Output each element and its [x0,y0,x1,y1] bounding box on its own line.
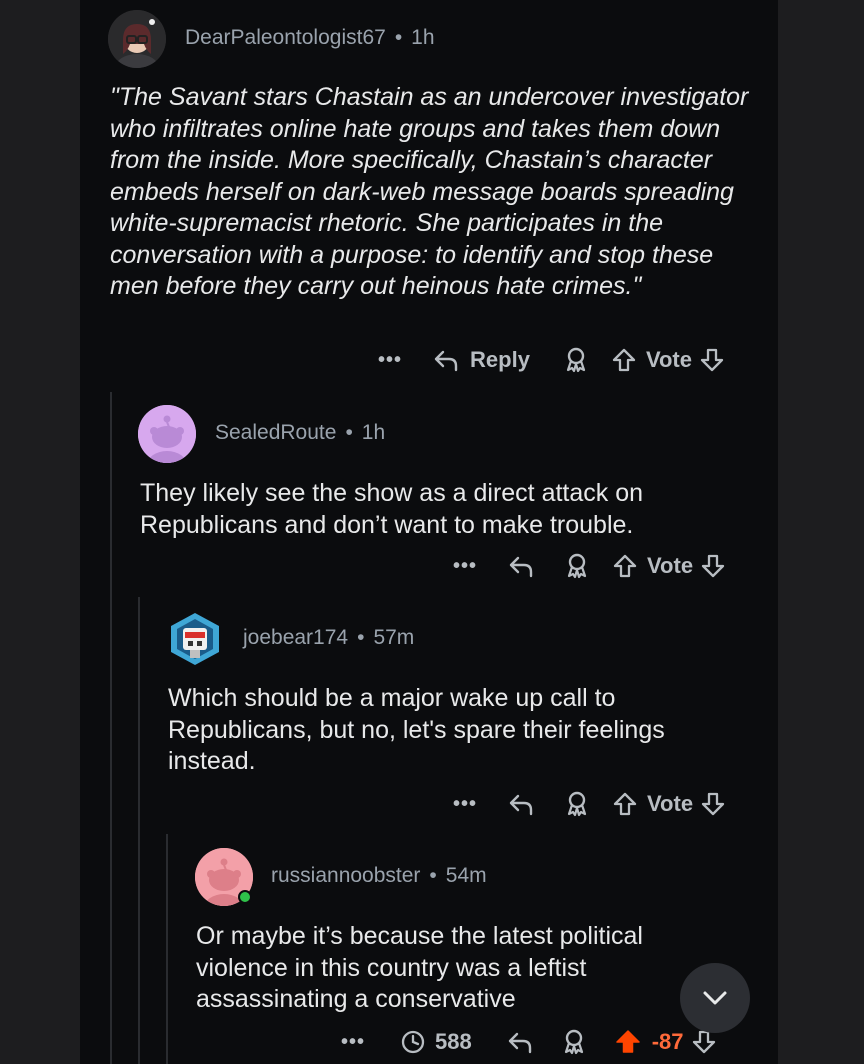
comment-body: Which should be a major wake up call to … [168,684,665,775]
score: -87 [651,1029,684,1054]
upvote-button[interactable] [614,1028,642,1056]
award-icon [567,553,587,579]
upvote-button[interactable] [610,346,638,374]
comment-actions: ••• Reply Vote [378,346,726,374]
timestamp: 54m [445,864,487,887]
thread-line-1[interactable] [110,392,112,1064]
downvote-icon [701,554,725,578]
upvote-icon [613,792,637,816]
username[interactable]: joebear174 [243,626,348,650]
upvote-icon [613,554,637,578]
downvote-icon [700,348,724,372]
separator-dot: • [357,626,365,649]
avatar[interactable] [138,405,196,463]
reply-label: Reply [470,347,530,372]
comment-header: DearPaleontologist67 • 1h [185,26,435,50]
comment-actions: ••• 588 -87 [341,1028,718,1056]
more-options-button[interactable]: ••• [453,555,477,578]
username[interactable]: SealedRoute [215,421,336,445]
award-icon [567,791,587,817]
username[interactable]: DearPaleontologist67 [185,26,386,50]
downvote-button[interactable] [699,790,727,818]
award-count-button[interactable]: 588 [399,1028,472,1056]
separator-dot: • [345,421,353,444]
avatar[interactable] [166,610,224,668]
comment-actions: ••• Vote [453,552,727,580]
award-icon [564,1029,583,1055]
upvote-button[interactable] [611,790,639,818]
comment-body: Or maybe it’s because the latest politic… [196,922,643,1013]
comment-body: They likely see the show as a direct att… [140,479,644,539]
reply-icon [509,794,533,816]
vote-label: Vote [647,791,694,816]
reply-icon [434,350,458,372]
reply-icon [508,1032,531,1054]
chevron-down-icon [703,991,727,1005]
timestamp: 57m [373,626,415,649]
comment-header: joebear174 • 57m [243,626,414,650]
scroll-to-next-button[interactable] [680,963,750,1033]
comment-actions: ••• Vote [453,790,727,818]
reply-icon [509,556,533,578]
more-options-button[interactable]: ••• [453,793,477,816]
award-button[interactable] [563,790,591,818]
comment-header: russiannoobster • 54m [271,864,487,888]
reply-button[interactable] [507,790,535,818]
thread-line-2[interactable] [138,597,140,1064]
reply-button[interactable]: Reply [432,346,530,374]
clock-icon [401,1030,425,1054]
separator-dot: • [394,26,403,49]
thread-line-3[interactable] [166,834,168,1064]
comment-header: SealedRoute • 1h [215,421,385,445]
comment-body: "The Savant stars Chastain as an underco… [110,83,749,300]
comment-thread: DearPaleontologist67 • 1h "The Savant st… [80,0,778,1064]
timestamp: 1h [361,421,386,444]
award-button[interactable] [563,552,591,580]
more-options-button[interactable]: ••• [341,1031,365,1054]
award-button[interactable] [560,1028,588,1056]
downvote-button[interactable] [699,552,727,580]
timestamp: 1h [411,26,435,49]
avatar[interactable] [108,10,166,68]
upvote-icon [612,348,636,372]
online-status-indicator [238,890,252,904]
downvote-icon [701,792,725,816]
award-button[interactable] [562,346,590,374]
reply-button[interactable] [506,1028,534,1056]
award-count: 588 [435,1029,472,1054]
vote-label: Vote [645,347,692,372]
reply-button[interactable] [507,552,535,580]
vote-label: Vote [647,553,694,578]
separator-dot: • [429,864,437,887]
upvote-button[interactable] [611,552,639,580]
award-icon [566,347,586,373]
more-options-button[interactable]: ••• [378,349,402,372]
upvote-icon [615,1030,640,1053]
downvote-button[interactable] [698,346,726,374]
username[interactable]: russiannoobster [271,864,420,888]
